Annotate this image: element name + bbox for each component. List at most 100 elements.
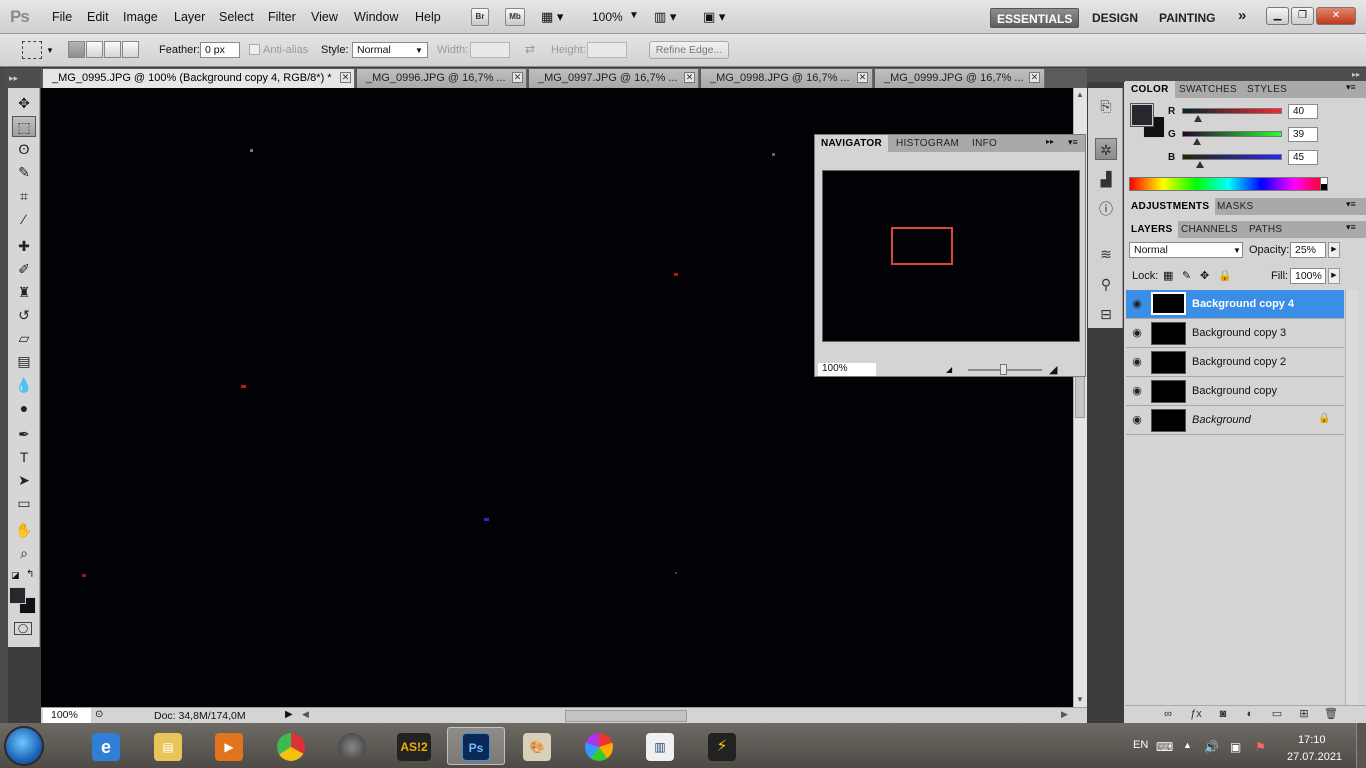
fill-arrow-icon[interactable]: ▶ <box>1328 268 1340 284</box>
blend-mode-select[interactable]: Normal <box>1129 242 1243 258</box>
action-center-icon[interactable]: ⚑ <box>1255 740 1266 754</box>
eye-icon[interactable]: ◉ <box>1130 297 1144 311</box>
new-layer-icon[interactable]: ⊞ <box>1296 707 1312 721</box>
workspace-essentials[interactable]: ESSENTIALS <box>990 8 1080 28</box>
keyboard-icon[interactable]: ⌨ <box>1156 740 1173 754</box>
zoom-level[interactable]: 100% <box>592 10 623 24</box>
clock-date[interactable]: 27.07.2021 <box>1287 751 1342 763</box>
status-info-icon[interactable]: ⊙ <box>95 709 103 720</box>
layer-name[interactable]: Background <box>1192 414 1251 426</box>
opacity-input[interactable]: 25% <box>1290 242 1326 258</box>
intersect-selection-icon[interactable] <box>122 41 139 58</box>
start-button[interactable] <box>4 726 44 766</box>
status-menu-icon[interactable]: ▶ <box>285 709 293 720</box>
menu-file[interactable]: File <box>52 10 72 24</box>
marquee-preset-icon[interactable] <box>22 41 42 59</box>
arrange-documents-icon[interactable]: ▥ ▾ <box>654 9 676 25</box>
shape-tool-icon[interactable]: ▭ <box>12 493 36 514</box>
eye-icon[interactable]: ◉ <box>1130 413 1144 427</box>
hand-tool-icon[interactable]: ✋ <box>12 520 36 541</box>
antialias-checkbox[interactable] <box>249 44 260 55</box>
restore-button[interactable]: ❐ <box>1291 7 1314 25</box>
workspace-design[interactable]: DESIGN <box>1086 8 1144 28</box>
color-spectrum[interactable] <box>1129 177 1328 191</box>
tab-mg-0998[interactable]: _MG_0998.JPG @ 16,7% ... <box>701 69 873 88</box>
tab-masks[interactable]: MASKS <box>1211 198 1260 215</box>
opacity-arrow-icon[interactable]: ▶ <box>1328 242 1340 258</box>
vertical-scroll-thumb[interactable] <box>1075 376 1085 418</box>
refine-edge-button[interactable]: Refine Edge... <box>649 41 729 59</box>
histogram-panel-icon[interactable]: ▟ <box>1095 168 1117 190</box>
clone-stamp-tool-icon[interactable]: ♜ <box>12 282 36 303</box>
eyedropper-tool-icon[interactable]: ⁄ <box>12 209 36 230</box>
clock-time[interactable]: 17:10 <box>1298 734 1326 746</box>
menu-edit[interactable]: Edit <box>87 10 109 24</box>
tab-mg-0995[interactable]: _MG_0995.JPG @ 100% (Background copy 4, … <box>43 69 355 88</box>
tab-swatches[interactable]: SWATCHES <box>1173 81 1243 98</box>
swap-icon[interactable]: ⇄ <box>525 42 535 56</box>
tab-info[interactable]: INFO <box>966 135 1003 152</box>
menu-image[interactable]: Image <box>123 10 158 24</box>
lock-pixels-icon[interactable]: ✎ <box>1182 269 1191 282</box>
collapse-dock-icon[interactable]: ▸▸ <box>1352 70 1360 79</box>
subtract-selection-icon[interactable] <box>104 41 121 58</box>
minimize-button[interactable]: ▁ <box>1266 7 1289 25</box>
panel-menu-icon[interactable]: ▾≡ <box>1346 222 1356 233</box>
clone-source-icon[interactable]: ⚲ <box>1095 273 1117 295</box>
view-extras-icon[interactable]: ▦ ▾ <box>541 9 563 25</box>
close-icon[interactable]: ✕ <box>857 72 868 83</box>
foreground-color-chip[interactable] <box>1130 103 1154 127</box>
tab-mg-0996[interactable]: _MG_0996.JPG @ 16,7% ... <box>357 69 527 88</box>
horizontal-scroll-thumb[interactable] <box>565 710 687 722</box>
gradient-tool-icon[interactable]: ▤ <box>12 351 36 372</box>
layer-style-icon[interactable]: ƒx <box>1188 707 1204 721</box>
green-slider[interactable] <box>1182 131 1282 137</box>
scroll-down-icon[interactable]: ▼ <box>1076 695 1084 704</box>
navigator-view-box[interactable] <box>891 227 953 265</box>
eye-icon[interactable]: ◉ <box>1130 326 1144 340</box>
eye-icon[interactable]: ◉ <box>1130 384 1144 398</box>
tool-presets-icon[interactable]: ⊟ <box>1095 303 1117 325</box>
close-icon[interactable]: ✕ <box>340 72 351 83</box>
tab-navigator[interactable]: NAVIGATOR <box>815 135 889 152</box>
menu-view[interactable]: View <box>311 10 338 24</box>
tab-paths[interactable]: PATHS <box>1243 221 1288 238</box>
info-panel-icon[interactable]: ⓘ <box>1095 198 1117 220</box>
collapse-icon[interactable]: ▸▸ <box>1046 137 1054 146</box>
navigator-panel-icon[interactable]: ✲ <box>1095 138 1117 160</box>
marquee-tool-icon[interactable]: ⬚ <box>12 116 36 137</box>
dodge-tool-icon[interactable]: ● <box>12 398 36 419</box>
path-selection-tool-icon[interactable]: ➤ <box>12 470 36 491</box>
brush-tool-icon[interactable]: ✐ <box>12 259 36 280</box>
mini-bridge-button[interactable]: Mb <box>505 8 525 26</box>
quick-selection-tool-icon[interactable]: ✎ <box>12 162 36 183</box>
feather-input[interactable]: 0 px <box>200 42 240 58</box>
fill-input[interactable]: 100% <box>1290 268 1326 284</box>
close-button[interactable]: ✕ <box>1316 7 1356 25</box>
layers-scrollbar[interactable] <box>1345 290 1359 705</box>
close-icon[interactable]: ✕ <box>1029 72 1040 83</box>
close-icon[interactable]: ✕ <box>512 72 523 83</box>
link-layers-icon[interactable]: ∞ <box>1160 707 1176 721</box>
brush-presets-icon[interactable]: ≋ <box>1095 243 1117 265</box>
lock-position-icon[interactable]: ✥ <box>1200 269 1209 282</box>
red-slider-knob[interactable] <box>1193 115 1202 122</box>
healing-brush-tool-icon[interactable]: ✚ <box>12 236 36 257</box>
eraser-tool-icon[interactable]: ▱ <box>12 328 36 349</box>
menu-help[interactable]: Help <box>415 10 441 24</box>
navigator-zoom-input[interactable]: 100% <box>818 363 876 376</box>
menu-select[interactable]: Select <box>219 10 254 24</box>
scroll-right-icon[interactable]: ▶ <box>1061 709 1068 720</box>
zoom-dropdown-icon[interactable]: ▼ <box>629 10 639 21</box>
zoom-tool-icon[interactable]: ⌕ <box>12 543 36 564</box>
blue-slider[interactable] <box>1182 154 1282 160</box>
swap-colors-icon[interactable]: ↰ <box>26 569 34 580</box>
black-white-ramp[interactable] <box>1320 177 1328 191</box>
quick-mask-icon[interactable]: ◯ <box>14 622 32 635</box>
tab-color[interactable]: COLOR <box>1125 81 1175 98</box>
panel-menu-icon[interactable]: ▾≡ <box>1068 137 1078 148</box>
panel-menu-icon[interactable]: ▾≡ <box>1346 82 1356 93</box>
adjustment-layer-icon[interactable]: ◐ <box>1242 707 1258 721</box>
new-group-icon[interactable]: ▭ <box>1269 707 1285 721</box>
tools-panel-header[interactable]: ▸▸ <box>5 68 41 88</box>
